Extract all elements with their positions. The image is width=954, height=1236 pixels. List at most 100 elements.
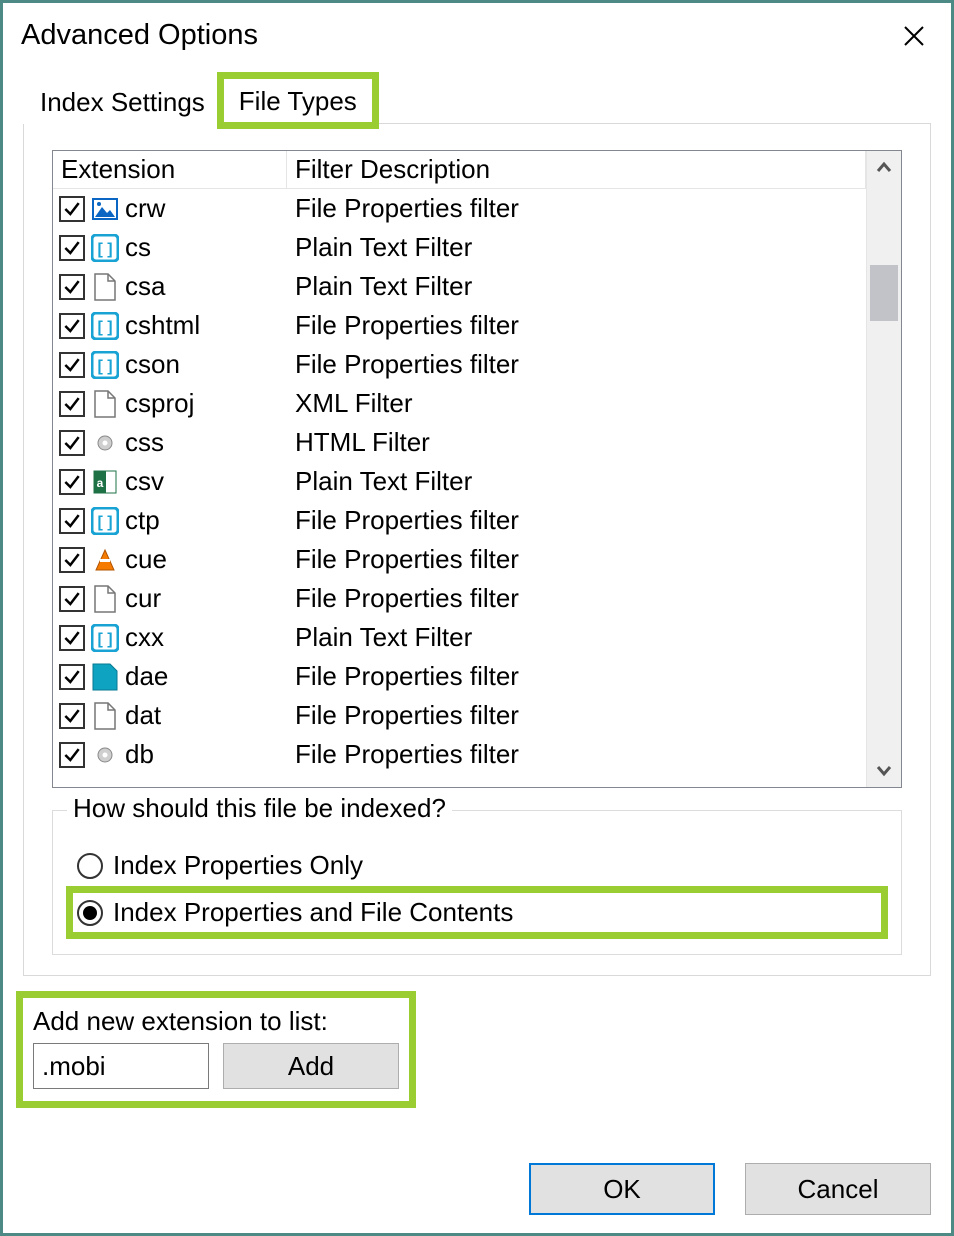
svg-text:[ ]: [ ] [97,319,112,336]
blank-icon [91,702,119,730]
radio-icon[interactable] [77,853,103,879]
tab-index-settings[interactable]: Index Settings [23,78,222,124]
table-row[interactable]: dat File Properties filter [53,696,866,735]
table-row[interactable]: cueFile Properties filter [53,540,866,579]
cone-icon [91,546,119,574]
extension-label: crw [125,193,165,224]
radio-icon[interactable] [77,900,103,926]
table-row[interactable]: dbFile Properties filter [53,735,866,774]
table-row[interactable]: csproj XML Filter [53,384,866,423]
table-row[interactable]: [ ]cshtmlFile Properties filter [53,306,866,345]
extension-label: cs [125,232,151,263]
checkbox[interactable] [59,469,85,495]
extension-label: ctp [125,505,160,536]
table-row[interactable]: css HTML Filter [53,423,866,462]
checkbox[interactable] [59,274,85,300]
extension-label: cur [125,583,161,614]
dialog-window: Advanced Options Index Settings File Typ… [0,0,954,1236]
index-mode-group: How should this file be indexed? Index P… [52,810,902,955]
checkbox[interactable] [59,235,85,261]
svg-text:[ ]: [ ] [97,514,112,531]
blank-icon [91,273,119,301]
add-extension-section: Add new extension to list: Add [23,998,409,1101]
extension-label: csa [125,271,165,302]
scroll-up-icon[interactable] [867,151,901,185]
checkbox[interactable] [59,391,85,417]
radio-label: Index Properties and File Contents [113,897,513,928]
filter-description: File Properties filter [287,661,866,692]
checkbox[interactable] [59,547,85,573]
column-header-extension[interactable]: Extension [53,151,287,188]
cancel-button[interactable]: Cancel [745,1163,931,1215]
svg-text:[ ]: [ ] [97,358,112,375]
radio-option[interactable]: Index Properties and File Contents [73,893,881,932]
table-row[interactable]: csa Plain Text Filter [53,267,866,306]
list-rows: crw File Properties filter [ ] cs Plain Text… [53,189,866,774]
image-icon [91,195,119,223]
tab-strip: Index Settings File Types [23,76,931,124]
tab-label: Index Settings [40,87,205,117]
checkbox[interactable] [59,313,85,339]
tab-body: Extension Filter Description crw File Pro… [23,124,931,976]
checkbox[interactable] [59,742,85,768]
filter-description: File Properties filter [287,583,866,614]
new-extension-input[interactable] [33,1043,209,1089]
ok-button[interactable]: OK [529,1163,715,1215]
column-header-description[interactable]: Filter Description [287,151,866,188]
checkbox[interactable] [59,352,85,378]
filter-description: File Properties filter [287,505,866,536]
window-title: Advanced Options [21,19,258,52]
filter-description: File Properties filter [287,193,866,224]
extension-label: dat [125,700,161,731]
checkbox[interactable] [59,430,85,456]
scroll-down-icon[interactable] [867,753,901,787]
table-row[interactable]: daeFile Properties filter [53,657,866,696]
table-row[interactable]: cur File Properties filter [53,579,866,618]
checkbox[interactable] [59,586,85,612]
list-inner: Extension Filter Description crw File Pro… [53,151,866,787]
content-area: Index Settings File Types Extension Filt… [3,76,951,1101]
close-icon[interactable] [891,19,937,57]
scroll-track[interactable] [867,185,901,753]
scroll-thumb[interactable] [870,265,898,321]
filter-description: Plain Text Filter [287,271,866,302]
filter-description: XML Filter [287,388,866,419]
vertical-scrollbar[interactable] [866,151,901,787]
filter-description: Plain Text Filter [287,466,866,497]
bracket-icon: [ ] [91,312,119,340]
file-type-list: Extension Filter Description crw File Pro… [52,150,902,788]
add-button[interactable]: Add [223,1043,399,1089]
filter-description: HTML Filter [287,427,866,458]
radio-label: Index Properties Only [113,850,363,881]
dialog-footer: OK Cancel [529,1163,931,1215]
table-row[interactable]: [ ]cxx Plain Text Filter [53,618,866,657]
tab-label: File Types [239,86,357,116]
filter-description: Plain Text Filter [287,622,866,653]
checkbox[interactable] [59,703,85,729]
checkbox[interactable] [59,196,85,222]
bracket-icon: [ ] [91,234,119,262]
filter-description: File Properties filter [287,349,866,380]
extension-label: csproj [125,388,194,419]
table-row[interactable]: [ ] cs Plain Text Filter [53,228,866,267]
tab-file-types[interactable]: File Types [222,77,374,124]
table-row[interactable]: [ ] cson File Properties filter [53,345,866,384]
extension-label: css [125,427,164,458]
filter-description: Plain Text Filter [287,232,866,263]
bracket-icon: [ ] [91,624,119,652]
checkbox[interactable] [59,625,85,651]
extension-label: cxx [125,622,164,653]
list-header: Extension Filter Description [53,151,866,189]
group-title: How should this file be indexed? [67,793,452,824]
extension-label: cson [125,349,180,380]
add-extension-label: Add new extension to list: [33,1006,399,1037]
checkbox[interactable] [59,664,85,690]
radio-option[interactable]: Index Properties Only [73,846,881,885]
checkbox[interactable] [59,508,85,534]
extension-label: db [125,739,154,770]
filter-description: File Properties filter [287,700,866,731]
table-row[interactable]: [ ] ctp File Properties filter [53,501,866,540]
table-row[interactable]: acsvPlain Text Filter [53,462,866,501]
svg-text:[ ]: [ ] [97,241,112,258]
table-row[interactable]: crw File Properties filter [53,189,866,228]
